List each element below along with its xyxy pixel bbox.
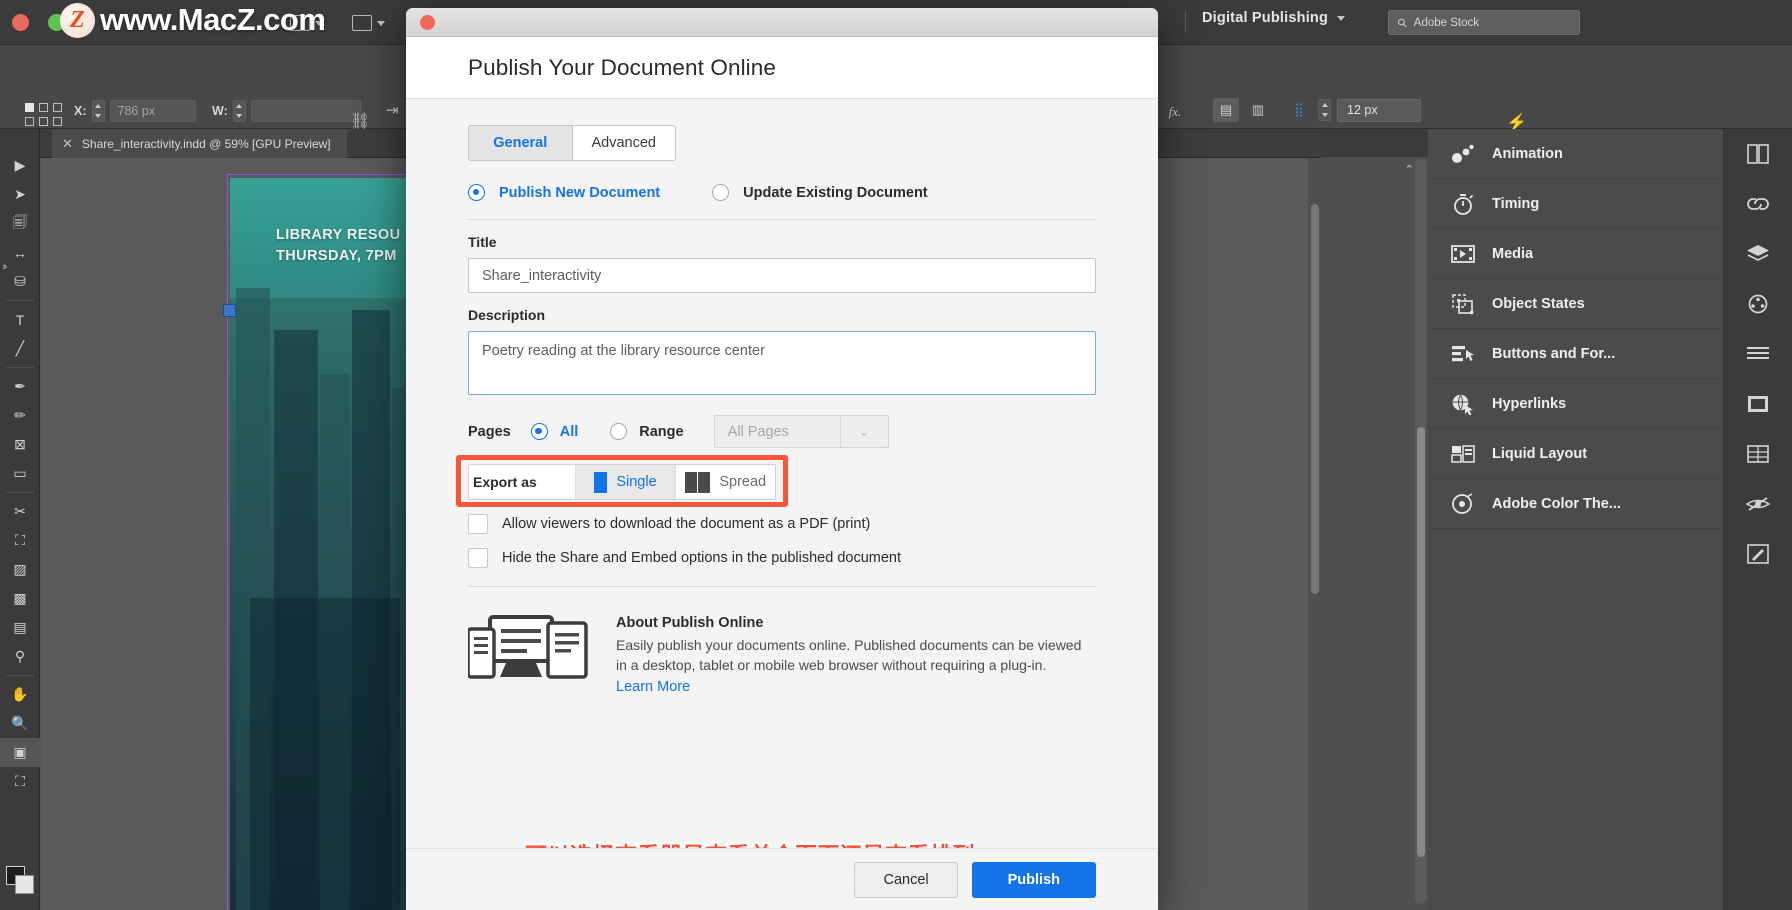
export-as-segmented-control: Export as Single Spread: [468, 464, 776, 500]
dialog-tabs: General Advanced: [468, 125, 676, 161]
publish-button[interactable]: Publish: [971, 861, 1096, 898]
title-field-label: Title: [468, 234, 497, 250]
radio-publish-new[interactable]: [468, 184, 485, 201]
description-field-label: Description: [468, 307, 546, 323]
checkbox-box[interactable]: [468, 514, 488, 534]
devices-icon: [466, 615, 588, 687]
dialog-titlebar: [406, 8, 1158, 37]
checkbox-label: Hide the Share and Embed options in the …: [502, 550, 902, 566]
watermark-logo-icon: Z: [60, 2, 95, 38]
radio-publish-new-label: Publish New Document: [499, 184, 661, 201]
pages-range-select[interactable]: All Pages ⌄: [713, 415, 889, 448]
export-as-section: Export as Single Spread: [456, 455, 1096, 507]
dialog-header: Publish Your Document Online: [406, 37, 1158, 99]
export-spread-label: Spread: [719, 474, 767, 490]
about-text-block: About Publish Online Easily publish your…: [616, 615, 1086, 695]
chevron-down-icon: ⌄: [839, 416, 888, 447]
divider: [468, 586, 1096, 587]
pages-range-value: All Pages: [727, 423, 789, 440]
export-as-label: Export as: [473, 474, 537, 490]
checkbox-allow-download[interactable]: Allow viewers to download the document a…: [468, 514, 1096, 534]
dialog-footer: Cancel Publish: [406, 848, 1158, 910]
watermark: Z www.MacZ.com: [60, 2, 326, 38]
cancel-button[interactable]: Cancel: [854, 861, 958, 898]
checkbox-box[interactable]: [468, 548, 488, 568]
watermark-text: www.MacZ.com: [100, 2, 326, 37]
dialog-body: General Advanced Publish New Document Up…: [406, 99, 1158, 870]
checkbox-label: Allow viewers to download the document a…: [502, 516, 871, 532]
single-page-icon: [594, 471, 608, 493]
export-spread-button[interactable]: Spread: [675, 465, 775, 499]
about-publish-online: About Publish Online Easily publish your…: [466, 615, 1096, 695]
export-single-button[interactable]: Single: [575, 465, 675, 499]
radio-pages-range[interactable]: [610, 423, 628, 440]
about-heading: About Publish Online: [616, 615, 764, 631]
publish-mode-group: Publish New Document Update Existing Doc…: [468, 184, 1096, 201]
learn-more-link[interactable]: Learn More: [616, 679, 1086, 695]
checkbox-hide-share-embed[interactable]: Hide the Share and Embed options in the …: [468, 548, 1096, 568]
pages-label: Pages: [468, 423, 511, 440]
spread-pages-icon: [684, 471, 711, 493]
radio-pages-all-label: All: [559, 423, 579, 440]
tab-advanced[interactable]: Advanced: [571, 126, 675, 160]
radio-update-existing-label: Update Existing Document: [743, 184, 928, 201]
divider: [468, 219, 1096, 220]
description-textarea[interactable]: Poetry reading at the library resource c…: [468, 331, 1096, 395]
radio-pages-range-label: Range: [639, 423, 684, 440]
about-body: Easily publish your documents online. Pu…: [616, 637, 1082, 674]
indesign-window: Digital Publishing ⚲ Adobe Stock X: 786 …: [0, 0, 1792, 910]
title-input[interactable]: Share_interactivity: [468, 258, 1096, 293]
radio-pages-all[interactable]: [530, 423, 548, 440]
radio-update-existing[interactable]: [712, 184, 730, 201]
dialog-title: Publish Your Document Online: [468, 54, 776, 80]
pages-row: Pages All Range All Pages ⌄: [468, 415, 1096, 448]
dialog-close-button[interactable]: [420, 15, 435, 30]
tab-general[interactable]: General: [469, 126, 572, 160]
publish-online-dialog: Publish Your Document Online General Adv…: [406, 8, 1158, 910]
export-single-label: Single: [616, 474, 657, 490]
